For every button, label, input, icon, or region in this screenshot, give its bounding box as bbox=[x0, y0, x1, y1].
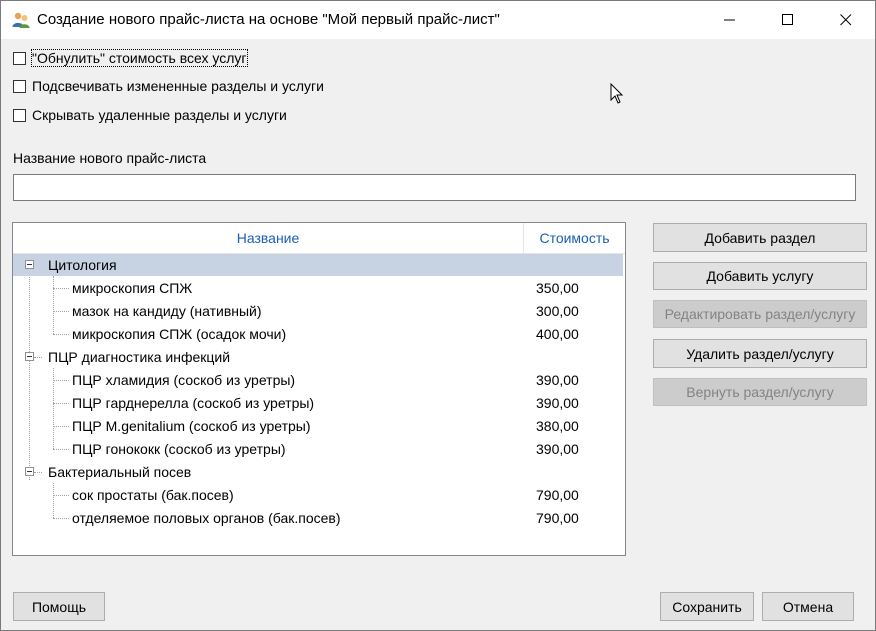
hide-deleted-option[interactable]: Скрывать удаленные разделы и услуги bbox=[13, 105, 287, 125]
tree-item-row[interactable]: отделяемое половых органов (бак.посев) 7… bbox=[13, 507, 625, 530]
service-price: 390,00 bbox=[536, 441, 579, 457]
reset-cost-checkbox[interactable] bbox=[13, 51, 26, 65]
tree-item-row[interactable]: ПЦР M.genitalium (соскоб из уретры) 380,… bbox=[13, 415, 625, 438]
service-price: 390,00 bbox=[536, 395, 579, 411]
service-price: 400,00 bbox=[536, 326, 579, 342]
add-section-button[interactable]: Добавить раздел bbox=[653, 223, 867, 252]
mouse-cursor-icon bbox=[610, 83, 624, 104]
close-icon bbox=[840, 14, 852, 26]
price-list-name-input[interactable] bbox=[13, 174, 856, 201]
reset-cost-option[interactable]: "Обнулить" стоимость всех услуг bbox=[13, 48, 248, 68]
section-title: Бактериальный посев bbox=[48, 464, 192, 480]
service-name: сок простаты (бак.посев) bbox=[72, 487, 234, 503]
service-name: ПЦР M.genitalium (соскоб из уретры) bbox=[72, 418, 311, 434]
collapse-icon[interactable] bbox=[25, 260, 34, 269]
tree-section-row[interactable]: Бактериальный посев bbox=[13, 461, 625, 484]
tree-section-row[interactable]: Цитология bbox=[13, 254, 625, 277]
highlight-changed-option[interactable]: Подсвечивать измененные разделы и услуги bbox=[13, 76, 324, 96]
service-name: ПЦР гонококк (соскоб из уретры) bbox=[72, 441, 286, 457]
service-name: ПЦР гарднерелла (соскоб из уретры) bbox=[72, 395, 315, 411]
section-title: Цитология bbox=[48, 257, 117, 273]
service-price: 390,00 bbox=[536, 372, 579, 388]
collapse-icon[interactable] bbox=[25, 352, 34, 361]
dialog-window: Создание нового прайс-листа на основе "М… bbox=[0, 0, 876, 631]
maximize-button[interactable] bbox=[759, 1, 817, 39]
service-name: мазок на кандиду (нативный) bbox=[72, 303, 262, 319]
collapse-icon[interactable] bbox=[25, 467, 34, 476]
tree-item-row[interactable]: мазок на кандиду (нативный) 300,00 bbox=[13, 300, 625, 323]
tree-section-row[interactable]: ПЦР диагностика инфекций bbox=[13, 346, 625, 369]
tree-item-row[interactable]: ПЦР гонококк (соскоб из уретры) 390,00 bbox=[13, 438, 625, 461]
hide-deleted-checkbox[interactable] bbox=[13, 108, 26, 122]
service-name: отделяемое половых органов (бак.посев) bbox=[72, 510, 341, 526]
tree-item-row[interactable]: микроскопия СПЖ 350,00 bbox=[13, 277, 625, 300]
column-header-name[interactable]: Название bbox=[13, 223, 523, 253]
maximize-icon bbox=[782, 14, 793, 25]
tree-item-row[interactable]: ПЦР хламидия (соскоб из уретры) 390,00 bbox=[13, 369, 625, 392]
tree-item-row[interactable]: ПЦР гарднерелла (соскоб из уретры) 390,0… bbox=[13, 392, 625, 415]
highlight-changed-label: Подсвечивать измененные разделы и услуги bbox=[32, 78, 324, 94]
service-price: 790,00 bbox=[536, 510, 579, 526]
title-bar: Создание нового прайс-листа на основе "М… bbox=[1, 1, 875, 39]
tree-header: Название Стоимость bbox=[13, 223, 625, 254]
service-name: ПЦР хламидия (соскоб из уретры) bbox=[72, 372, 296, 388]
minimize-button[interactable] bbox=[701, 1, 759, 39]
service-name: микроскопия СПЖ (осадок мочи) bbox=[72, 326, 287, 342]
tree-item-row[interactable]: сок простаты (бак.посев) 790,00 bbox=[13, 484, 625, 507]
price-tree[interactable]: Название Стоимость Цитология микроскопия… bbox=[12, 222, 626, 556]
section-title: ПЦР диагностика инфекций bbox=[48, 349, 231, 365]
service-name: микроскопия СПЖ bbox=[72, 280, 193, 296]
hide-deleted-label: Скрывать удаленные разделы и услуги bbox=[32, 107, 287, 123]
service-price: 300,00 bbox=[536, 303, 579, 319]
minimize-icon bbox=[724, 19, 735, 21]
restore-section-service-button[interactable]: Вернуть раздел/услугу bbox=[653, 378, 867, 406]
add-service-button[interactable]: Добавить услугу bbox=[653, 262, 867, 290]
highlight-changed-checkbox[interactable] bbox=[13, 79, 26, 93]
close-button[interactable] bbox=[817, 1, 875, 39]
save-button[interactable]: Сохранить bbox=[660, 592, 754, 621]
column-header-cost[interactable]: Стоимость bbox=[524, 223, 625, 253]
service-price: 350,00 bbox=[536, 280, 579, 296]
help-button[interactable]: Помощь bbox=[13, 592, 105, 621]
window-title: Создание нового прайс-листа на основе "М… bbox=[37, 11, 500, 28]
cancel-button[interactable]: Отмена bbox=[762, 592, 854, 621]
service-price: 380,00 bbox=[536, 418, 579, 434]
edit-section-service-button[interactable]: Редактировать раздел/услугу bbox=[653, 300, 867, 328]
service-price: 790,00 bbox=[536, 487, 579, 503]
price-list-name-label: Название нового прайс-листа bbox=[13, 150, 207, 166]
tree-item-row[interactable]: микроскопия СПЖ (осадок мочи) 400,00 bbox=[13, 323, 625, 346]
delete-section-service-button[interactable]: Удалить раздел/услугу bbox=[653, 339, 867, 368]
app-users-icon bbox=[12, 12, 30, 28]
reset-cost-label: "Обнулить" стоимость всех услуг bbox=[31, 49, 248, 67]
